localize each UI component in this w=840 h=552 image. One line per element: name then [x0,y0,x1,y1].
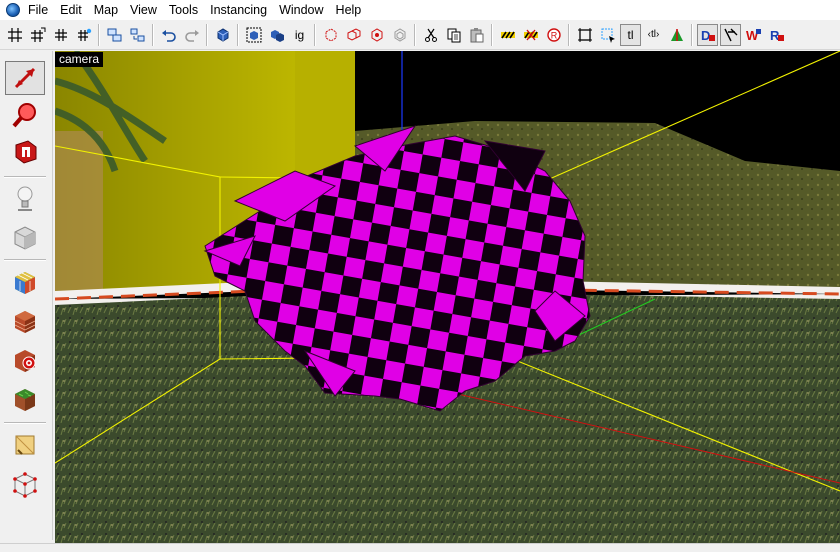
tool-sidebar [0,51,53,540]
sidebar-separator [4,259,46,261]
magnet-tool-icon[interactable] [5,135,45,169]
cut-icon[interactable] [420,24,441,46]
group-icon[interactable] [104,24,125,46]
undo-icon[interactable] [158,24,179,46]
svg-text:D: D [701,28,710,43]
select-arrow-tool-icon[interactable] [5,61,45,95]
grid-snap-icon[interactable] [27,24,48,46]
text-toggle-icon[interactable]: tl [620,23,641,46]
toolbar-separator [206,23,208,46]
wire-cube-icon[interactable] [5,467,45,501]
menu-map[interactable]: Map [94,0,126,20]
menu-window[interactable]: Window [279,0,331,20]
sidebar-separator [4,422,46,424]
cube-tool-icon[interactable] [5,220,45,254]
reflect-icon[interactable]: R [766,24,787,46]
menu-bar: File Edit Map View Tools Instancing Wind… [0,0,840,20]
menu-view[interactable]: View [130,0,165,20]
paint-tool-icon[interactable] [5,428,45,462]
viewport-label: camera [55,52,104,67]
menu-tools[interactable]: Tools [169,0,206,20]
select-group-icon[interactable]: ig [289,24,310,46]
duplicate-icon[interactable] [343,24,364,46]
brick-cube-icon[interactable] [5,304,45,338]
grid-icon[interactable] [4,24,25,46]
target-cube-icon[interactable] [5,343,45,377]
svg-text:R: R [550,30,557,40]
copy-to-icon[interactable] [320,24,341,46]
toolbar-separator [237,23,239,46]
menu-file[interactable]: File [28,0,56,20]
viewport-scene [55,51,840,543]
toolbar-separator [414,23,416,46]
hazard-stripe-x-icon[interactable] [520,24,541,46]
menu-help[interactable]: Help [336,0,370,20]
clone-icon[interactable] [366,24,387,46]
frame-select-icon[interactable] [597,24,618,46]
camera-viewport[interactable] [55,51,840,543]
hazard-stripe-icon[interactable] [497,24,518,46]
light-tool-icon[interactable] [5,182,45,216]
frame-icon[interactable] [574,24,595,46]
globe-icon[interactable] [6,3,20,17]
select-all-icon[interactable] [243,24,264,46]
draw-mode-icon[interactable]: D [697,23,718,46]
instance-icon[interactable] [389,24,410,46]
toolbar-separator [691,23,693,46]
toolbar-separator [491,23,493,46]
render-mode-icon[interactable]: W [743,24,764,46]
grass-cube-icon[interactable] [5,382,45,416]
copy-icon[interactable] [443,24,464,46]
toolbar-separator [98,23,100,46]
zoom-tool-icon[interactable] [5,98,45,132]
bake-icon[interactable] [666,24,687,46]
grid-small-icon[interactable] [50,24,71,46]
box-select-icon[interactable] [212,24,233,46]
wooden-panel [55,131,103,311]
move-axis-icon[interactable]: ‹tl› [643,24,664,46]
wireframe-icon[interactable] [720,23,741,46]
paste-icon[interactable] [466,24,487,46]
menu-edit[interactable]: Edit [60,0,90,20]
grid-point-icon[interactable] [73,24,94,46]
toolbar-separator [314,23,316,46]
sidebar-separator [4,176,46,178]
select-invert-icon[interactable] [266,24,287,46]
toolbar-separator [152,23,154,46]
toolbar-separator [568,23,570,46]
ungroup-icon[interactable] [127,24,148,46]
record-icon[interactable]: R [543,24,564,46]
menu-instancing[interactable]: Instancing [210,0,275,20]
main-toolbar: ig R tl ‹tl› D W R [0,20,840,50]
redo-icon[interactable] [181,24,202,46]
texture-cube-icon[interactable] [5,265,45,299]
